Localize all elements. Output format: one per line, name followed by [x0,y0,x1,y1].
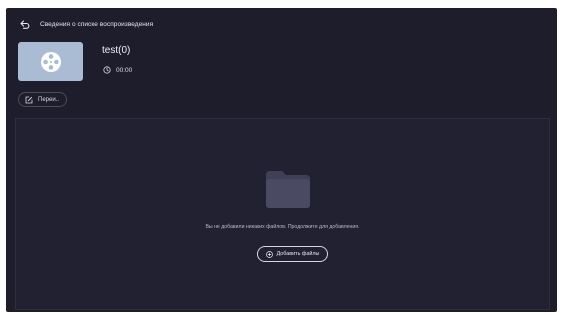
edit-icon [25,96,33,103]
empty-state-illustration [264,169,312,214]
film-reel-icon [40,51,61,72]
rename-button-label: Переи.. [38,96,60,103]
back-button[interactable] [19,18,31,30]
plus-circle-icon [265,250,273,258]
file-drop-zone: Вы не добавили никаких файлов. Продолжит… [15,118,550,310]
playlist-details-screen: Сведения о списке воспроизведения test(0… [6,8,557,312]
duration-row: 00:00 [103,66,132,74]
duration-value: 00:00 [116,66,133,74]
playlist-thumbnail [18,42,83,81]
folder-icon [266,171,310,208]
header: Сведения о списке воспроизведения [19,17,153,31]
clock-icon [103,66,111,74]
page-title: Сведения о списке воспроизведения [40,20,154,28]
back-arrow-icon [20,19,30,29]
add-files-button[interactable]: Добавить файлы [257,246,328,262]
playlist-name: test(0) [102,45,131,56]
rename-button[interactable]: Переи.. [18,92,68,107]
add-files-label: Добавить файлы [276,251,320,257]
empty-state-message: Вы не добавили никаких файлов. Продолжит… [205,224,360,230]
